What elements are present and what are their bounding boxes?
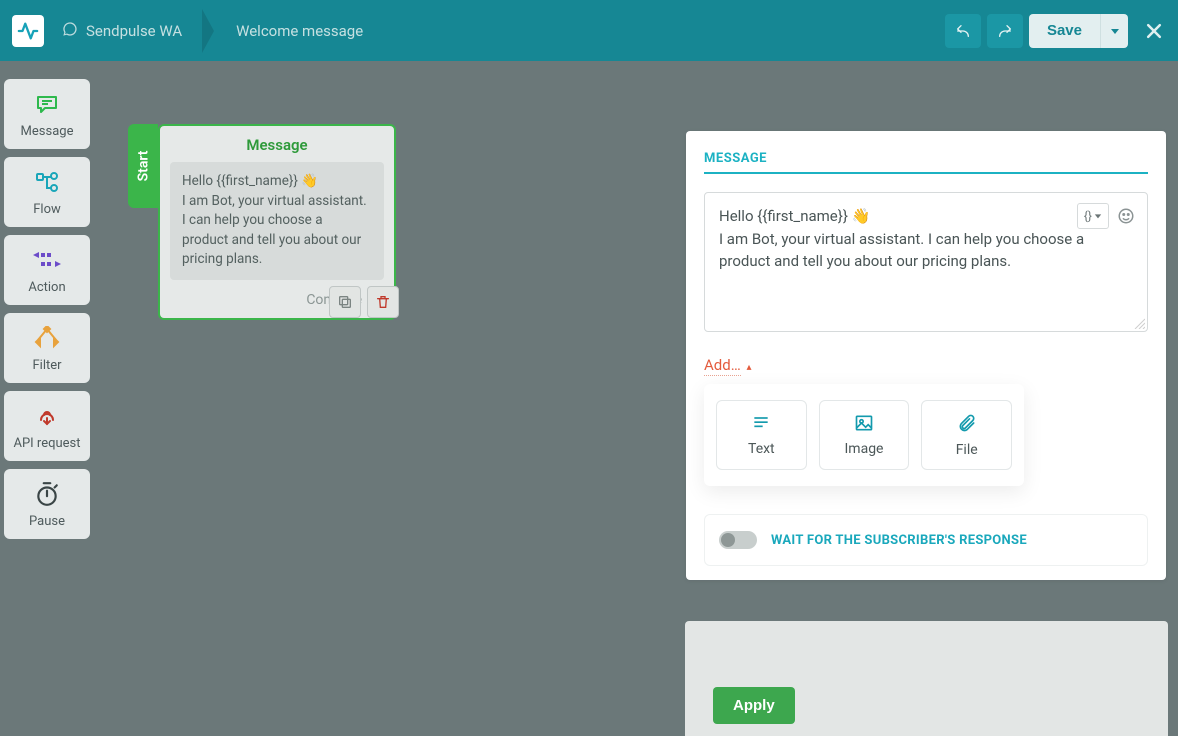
redo-button[interactable] [987,14,1023,48]
node-preview: Hello {{first_name}} 👋 I am Bot, your vi… [170,162,384,280]
save-dropdown[interactable] [1100,14,1128,48]
undo-button[interactable] [945,14,981,48]
caret-up-icon: ▴ [746,362,751,373]
wait-response-label: WAIT FOR THE SUBSCRIBER'S RESPONSE [771,533,1027,548]
breadcrumb-flow: Welcome message [236,22,363,40]
node-title: Message [160,126,394,162]
rail-flow[interactable]: Flow [4,157,90,227]
add-text-tile[interactable]: Text [716,400,807,470]
filter-icon [32,324,62,352]
add-image-tile[interactable]: Image [819,400,910,470]
rail-api[interactable]: API request [4,391,90,461]
message-textarea[interactable]: Hello {{first_name}} 👋 I am Bot, your vi… [704,192,1148,332]
close-icon[interactable] [1142,19,1166,43]
apply-button[interactable]: Apply [713,687,795,724]
rail-message[interactable]: Message [4,79,90,149]
tile-label: File [956,442,978,458]
panel-footer: Apply [685,621,1168,736]
message-editor-panel: MESSAGE Hello {{first_name}} 👋 I am Bot,… [686,131,1166,580]
insert-variable-button[interactable]: {} [1077,203,1109,229]
rail-label: Filter [32,358,61,373]
duplicate-button[interactable] [329,286,361,318]
panel-section-title: MESSAGE [704,151,1148,174]
app-logo[interactable] [12,15,44,47]
resize-handle-icon[interactable] [1133,317,1145,329]
add-file-tile[interactable]: File [921,400,1012,470]
start-label: Start [135,151,151,182]
rail-label: API request [13,436,80,451]
rail-label: Pause [29,514,65,529]
wait-response-row: WAIT FOR THE SUBSCRIBER'S RESPONSE [704,514,1148,566]
rail-label: Flow [33,202,61,217]
rail-label: Message [21,124,74,139]
breadcrumb: Sendpulse WA Welcome message [62,17,363,45]
emoji-picker-button[interactable] [1115,205,1137,227]
flow-icon [33,168,61,196]
add-element-toggle[interactable]: Add… [704,356,741,376]
element-rail: Message Flow Action Filter API request [4,79,90,539]
tile-label: Text [748,441,775,457]
action-icon [33,246,61,274]
api-icon [33,402,61,430]
add-element-popover: Text Image File [704,384,1024,486]
save-button[interactable]: Save [1029,14,1100,48]
start-trigger[interactable]: Start [128,124,158,208]
message-icon [33,90,61,118]
rail-pause[interactable]: Pause [4,469,90,539]
pause-icon [34,480,60,508]
rail-filter[interactable]: Filter [4,313,90,383]
wait-response-toggle[interactable] [719,531,757,549]
whatsapp-icon [62,21,78,41]
breadcrumb-bot[interactable]: Sendpulse WA [86,22,182,40]
rail-action[interactable]: Action [4,235,90,305]
chevron-right-icon [202,17,216,45]
delete-button[interactable] [367,286,399,318]
rail-label: Action [28,280,65,295]
tile-label: Image [845,441,884,457]
